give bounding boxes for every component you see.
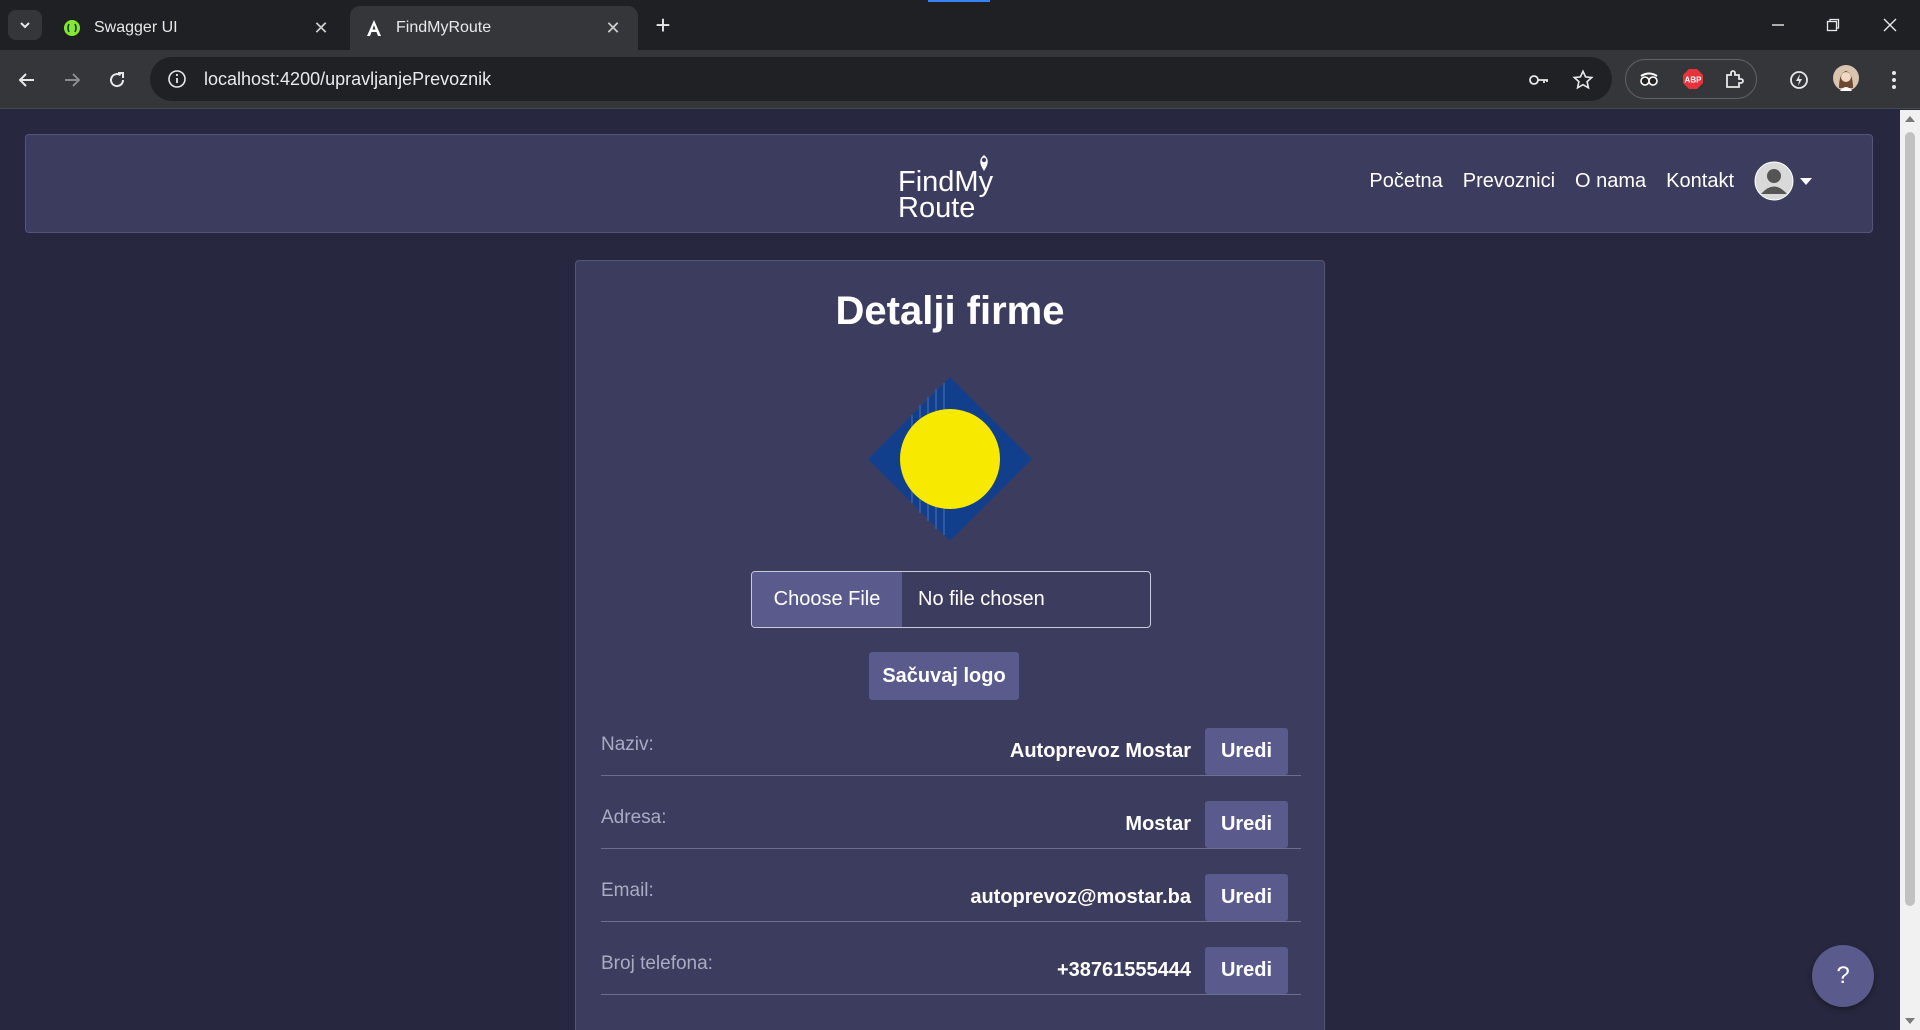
spy-extension-icon[interactable]: [1636, 66, 1662, 92]
url-text: localhost:4200/upravljanjePrevoznik: [204, 68, 492, 89]
page-scrollbar[interactable]: [1900, 110, 1920, 1030]
field-value: +38761555444: [1056, 959, 1191, 981]
star-icon[interactable]: [1570, 67, 1596, 93]
edit-telefon-button[interactable]: Uredi: [1205, 947, 1288, 994]
save-logo-button[interactable]: Sačuvaj logo: [869, 652, 1019, 700]
tab-title: FindMyRoute: [396, 19, 492, 36]
findmyroute-logo[interactable]: FindMy Route: [896, 149, 1016, 221]
swagger-icon: [62, 18, 82, 38]
chevron-down-icon: [20, 22, 30, 29]
close-icon[interactable]: ✕: [602, 17, 624, 39]
key-icon[interactable]: [1526, 67, 1552, 93]
field-label: Email:: [601, 880, 654, 901]
site-info-icon[interactable]: [162, 69, 192, 89]
tab-findmyroute[interactable]: FindMyRoute ✕: [350, 6, 638, 50]
tab-indicator: [928, 0, 990, 2]
minimize-icon[interactable]: [1758, 8, 1798, 42]
field-value: Mostar: [1125, 813, 1191, 835]
angular-icon: [364, 18, 384, 38]
tab-title: Swagger UI: [94, 19, 178, 36]
browser-tab-bar: Swagger UI ✕ FindMyRoute ✕ +: [0, 0, 1920, 50]
svg-text:Route: Route: [898, 192, 975, 221]
extensions-puzzle-icon[interactable]: [1722, 66, 1748, 92]
field-adresa: Adresa: Mostar Uredi: [601, 799, 1301, 849]
reload-icon[interactable]: [99, 62, 135, 98]
back-icon[interactable]: [9, 62, 45, 98]
adblock-plus-icon[interactable]: ABP: [1680, 66, 1706, 92]
user-menu-dropdown[interactable]: [1754, 161, 1812, 201]
address-bar[interactable]: localhost:4200/upravljanjePrevoznik: [150, 57, 1612, 101]
choose-file-button[interactable]: Choose File: [752, 572, 902, 627]
caret-down-icon: [1800, 177, 1812, 185]
extensions-group: ABP: [1625, 59, 1757, 99]
tab-search-button[interactable]: [8, 10, 42, 40]
nav-link-prevoznici[interactable]: Prevoznici: [1463, 170, 1555, 193]
svg-text:ABP: ABP: [1685, 76, 1703, 85]
file-status: No file chosen: [918, 588, 1045, 610]
field-label: Adresa:: [601, 807, 667, 828]
tab-swagger[interactable]: Swagger UI ✕: [48, 6, 346, 50]
field-naziv: Naziv: Autoprevoz Mostar Uredi: [601, 726, 1301, 776]
new-tab-button[interactable]: +: [650, 12, 676, 38]
performance-icon[interactable]: [1785, 66, 1813, 94]
close-icon[interactable]: ✕: [310, 17, 332, 39]
nav-link-kontakt[interactable]: Kontakt: [1666, 170, 1734, 193]
scroll-up-icon[interactable]: [1905, 116, 1915, 122]
field-label: Naziv:: [601, 734, 654, 755]
field-label: Broj telefona:: [601, 953, 713, 974]
field-value: Autoprevoz Mostar: [1009, 740, 1191, 762]
profile-avatar[interactable]: [1832, 64, 1860, 92]
help-button[interactable]: ?: [1812, 945, 1874, 1007]
scroll-down-icon[interactable]: [1905, 1018, 1915, 1024]
scrollbar-thumb[interactable]: [1905, 132, 1915, 906]
company-logo-image: [868, 377, 1032, 541]
user-avatar-icon: [1754, 161, 1794, 201]
menu-dots-icon[interactable]: [1880, 66, 1908, 94]
logo-file-input[interactable]: Choose File No file chosen: [751, 571, 1151, 628]
site-navbar: FindMy Route Početna Prevoznici O nama K…: [25, 134, 1873, 233]
browser-toolbar: localhost:4200/upravljanjePrevoznik ABP: [0, 50, 1920, 109]
field-value: autoprevoz@mostar.ba: [970, 886, 1191, 908]
field-broj-telefona: Broj telefona: +38761555444 Uredi: [601, 945, 1301, 995]
edit-adresa-button[interactable]: Uredi: [1205, 801, 1288, 848]
window-close-icon[interactable]: [1870, 8, 1910, 42]
edit-naziv-button[interactable]: Uredi: [1205, 728, 1288, 775]
nav-link-o-nama[interactable]: O nama: [1575, 170, 1646, 193]
nav-link-pocetna[interactable]: Početna: [1369, 170, 1442, 193]
page-viewport: FindMy Route Početna Prevoznici O nama K…: [0, 110, 1900, 1030]
company-details-card: Detalji firme Choose File No file chosen…: [575, 260, 1325, 1030]
edit-email-button[interactable]: Uredi: [1205, 874, 1288, 921]
field-email: Email: autoprevoz@mostar.ba Uredi: [601, 872, 1301, 922]
nav-links: Početna Prevoznici O nama Kontakt: [1349, 161, 1812, 201]
page-title: Detalji firme: [835, 289, 1065, 333]
forward-icon[interactable]: [54, 62, 90, 98]
restore-icon[interactable]: [1813, 8, 1853, 42]
